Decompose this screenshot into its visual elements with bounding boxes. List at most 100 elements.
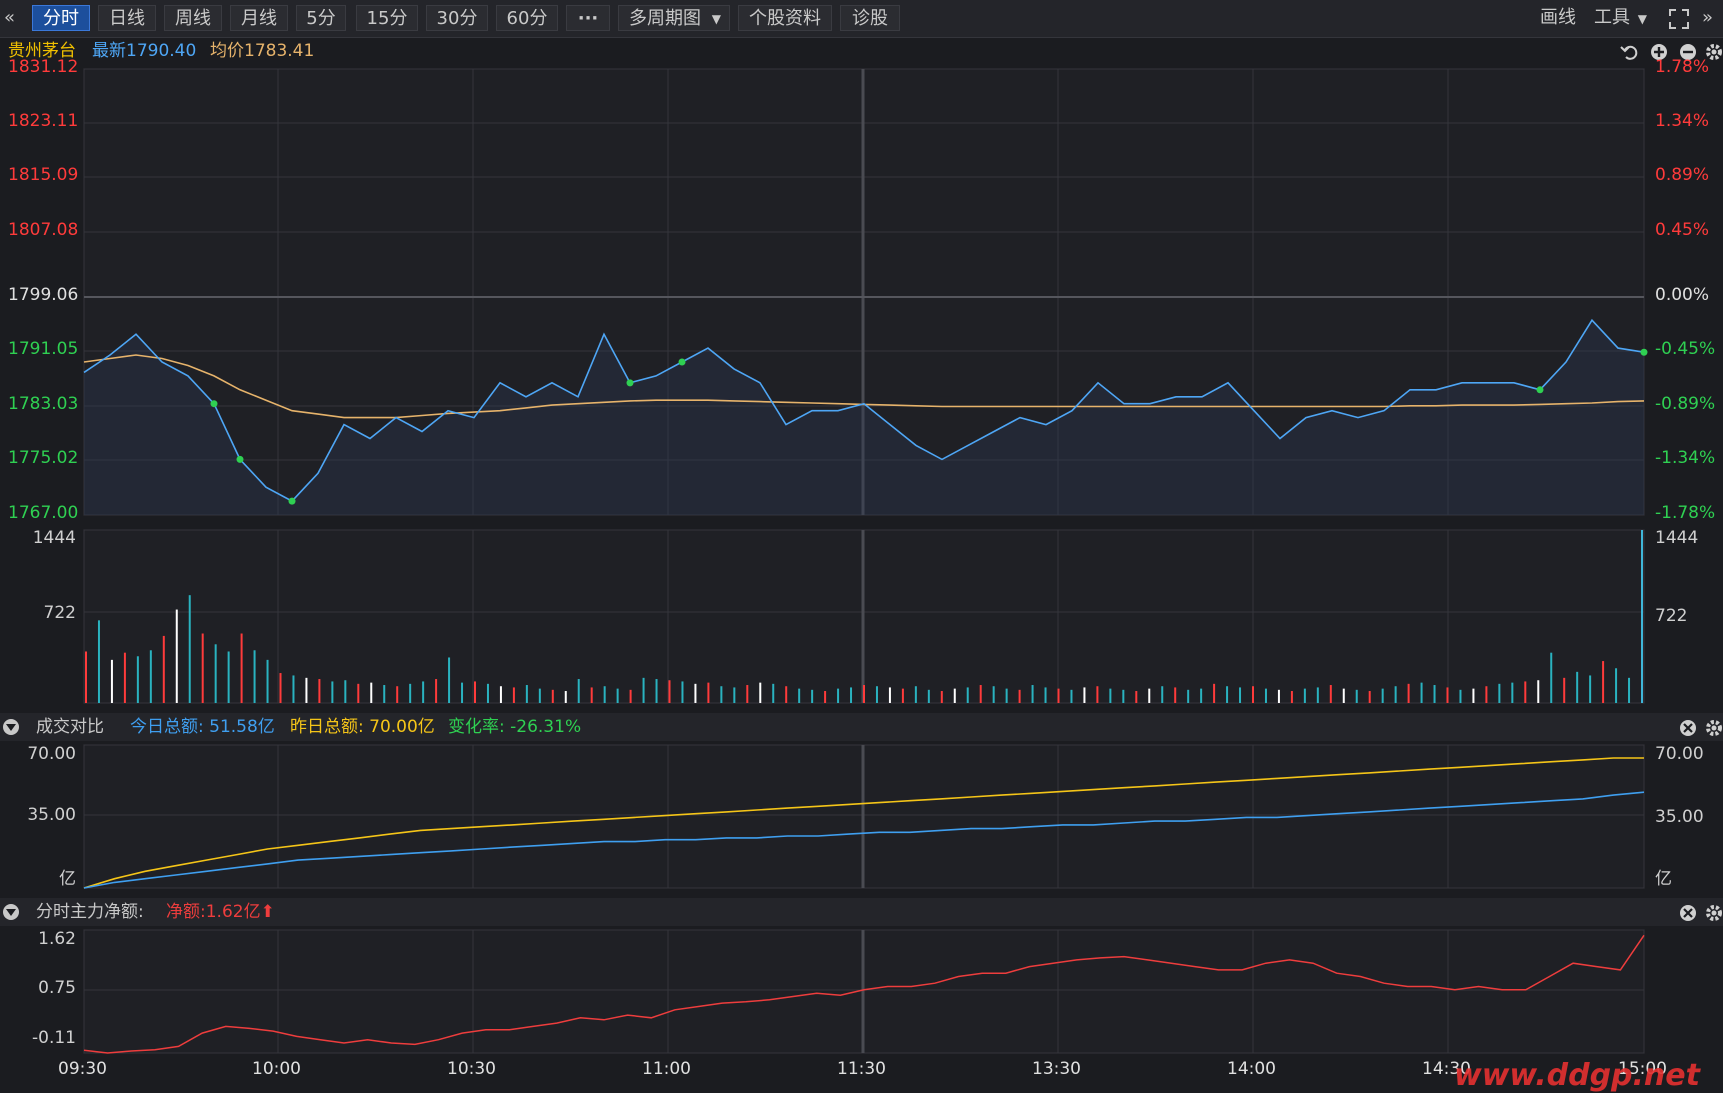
change-rate-value: -26.31% [510, 717, 582, 737]
volume-bar [1576, 671, 1579, 703]
netflow-axis-max: 1.62 [38, 929, 76, 949]
volume-bar [97, 620, 100, 703]
volume-bar [448, 657, 451, 703]
volume-bar [759, 682, 762, 703]
net-amount-label: 净额: [166, 902, 206, 922]
volume-bar [422, 681, 425, 703]
turnover-axis-unit: 亿 [59, 869, 76, 889]
volume-bar [1563, 677, 1566, 703]
netflow-panel-title: 分时主力净额: [36, 902, 144, 922]
pct-tick-right: 1.78% [1655, 57, 1710, 77]
volume-bar [927, 689, 930, 703]
close-panel-icon[interactable] [1678, 718, 1698, 738]
volume-bar [1200, 688, 1203, 703]
volume-bar [642, 677, 645, 703]
volume-bar [486, 683, 489, 703]
price-tick-left: 1807.08 [8, 220, 79, 240]
volume-bar [1355, 689, 1358, 703]
volume-bar [1290, 691, 1293, 703]
volume-bar [1459, 689, 1462, 703]
trade-marker [210, 400, 218, 408]
volume-bar [616, 688, 619, 703]
today-total-label: 今日总额: [130, 717, 210, 737]
today-total-value: 51.58亿 [209, 717, 275, 737]
volume-bar [1550, 652, 1553, 703]
turnover-axis-mid: 35.00 [27, 805, 76, 825]
trade-marker [1536, 386, 1544, 394]
volume-bar [992, 686, 995, 703]
volume-bar [603, 686, 606, 703]
volume-bar [564, 691, 567, 703]
volume-bar [85, 651, 87, 703]
price-tick-left: 1823.11 [8, 111, 79, 131]
turnover-panel-header: 成交对比 今日总额: 51.58亿 昨日总额: 70.00亿 变化率: -26.… [0, 713, 1723, 741]
trade-marker [1640, 348, 1648, 356]
time-tick: 13:30 [1032, 1059, 1081, 1079]
volume-bar [551, 689, 554, 703]
volume-bar [798, 688, 801, 703]
volume-bar [1407, 683, 1410, 703]
volume-bar [1511, 682, 1514, 703]
volume-bar [461, 682, 464, 703]
netflow-settings-icon[interactable] [1704, 903, 1723, 923]
netflow-axis-min: -0.11 [32, 1028, 76, 1048]
volume-bar [149, 650, 152, 703]
volume-bar [914, 686, 917, 703]
volume-bar [136, 656, 139, 703]
volume-bar [655, 679, 658, 703]
volume-bar [331, 681, 334, 703]
volume-bar [668, 680, 671, 703]
volume-bar [863, 685, 865, 703]
volume-bar [966, 687, 969, 703]
volume-bar [1109, 688, 1112, 703]
volume-bar [1226, 686, 1229, 703]
volume-bar [1187, 689, 1190, 703]
volume-bar [474, 681, 476, 703]
volume-bar [1239, 687, 1242, 703]
volume-bar [811, 689, 814, 703]
price-tick-left: 1791.05 [8, 339, 79, 359]
pct-tick-right: -1.34% [1655, 448, 1716, 468]
pct-tick-right: -0.45% [1655, 339, 1716, 359]
volume-bar [396, 686, 399, 703]
trade-marker [626, 379, 634, 387]
volume-bar [318, 679, 321, 703]
price-tick-left: 1783.03 [8, 394, 79, 414]
close-netflow-icon[interactable] [1678, 903, 1698, 923]
volume-bar [383, 685, 386, 703]
volume-bar [1252, 686, 1254, 703]
volume-bar [681, 681, 684, 703]
volume-bar [1602, 661, 1605, 703]
turnover-panel-title: 成交对比 [36, 717, 104, 737]
volume-bar [1537, 680, 1540, 703]
volume-bar [214, 644, 217, 703]
collapse-panel-icon[interactable] [2, 713, 20, 741]
volume-bar [707, 682, 710, 703]
volume-bar [772, 683, 775, 703]
volume-axis-mid: 722 [43, 603, 76, 623]
change-rate-label: 变化率: [448, 717, 511, 737]
panel-settings-icon[interactable] [1704, 718, 1723, 738]
intraday-chart-canvas[interactable] [0, 0, 1723, 1092]
price-tick-left: 1799.06 [8, 285, 79, 305]
pct-tick-right: 0.89% [1655, 165, 1710, 185]
volume-bar [1342, 688, 1345, 703]
collapse-netflow-icon[interactable] [2, 898, 20, 926]
time-tick: 09:30 [58, 1059, 107, 1079]
price-tick-left: 1831.12 [8, 57, 79, 77]
time-tick: 14:00 [1227, 1059, 1276, 1079]
volume-bar [123, 652, 126, 703]
volume-bar [837, 688, 840, 703]
volume-bar [357, 683, 360, 703]
volume-bar [953, 688, 956, 703]
time-tick: 10:30 [447, 1059, 496, 1079]
pct-tick-right: 0.45% [1655, 220, 1710, 240]
volume-axis-max-right: 1444 [1655, 528, 1699, 548]
volume-bar [1485, 686, 1488, 703]
volume-bar [1018, 689, 1021, 703]
volume-bar [1044, 687, 1047, 703]
volume-bar [538, 688, 541, 703]
volume-bar [1615, 668, 1618, 703]
volume-bar [201, 633, 204, 703]
volume-bar [1174, 687, 1177, 703]
